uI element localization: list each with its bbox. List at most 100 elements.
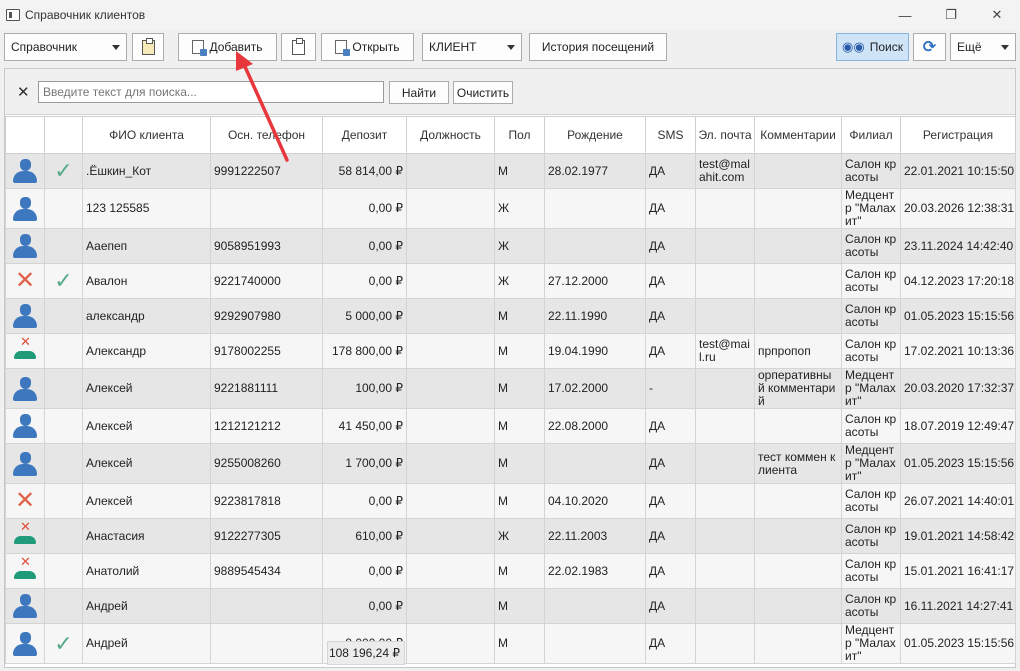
minimize-button[interactable]: — [882,0,928,30]
client-name-cell[interactable]: Алексей [82,408,211,444]
position-cell[interactable] [406,518,495,554]
registration-date-cell[interactable]: 18.07.2019 12:49:47 [900,408,1016,444]
close-search-icon[interactable]: ✕ [17,83,30,101]
status-cell[interactable] [5,188,45,229]
mark-cell[interactable] [44,368,83,409]
client-name-cell[interactable]: Андрей [82,588,211,624]
status-cell[interactable] [5,443,45,484]
registration-date-cell[interactable]: 26.07.2021 14:40:01 [900,483,1016,519]
table-row[interactable]: Алексей 1212121212 41 450,00 ₽ М 22.08.2000 Д… [5,408,1016,444]
comment-cell[interactable] [754,553,842,589]
comment-cell[interactable] [754,298,842,334]
deposit-cell[interactable]: 100,00 ₽ [322,368,407,409]
close-window-button[interactable]: ✕ [974,0,1020,30]
table-row[interactable]: Алексей 9221881111 100,00 ₽ М 17.02.2000- орп… [5,368,1016,409]
comment-cell[interactable]: орперативный комментарий [754,368,842,409]
sms-cell[interactable]: ДА [645,408,696,444]
table-row[interactable]: ✕ Анатолий 9889545434 0,00 ₽ М 22.02.1983 ДА Са… [5,553,1016,589]
branch-cell[interactable]: Салон красоты [841,298,901,334]
sms-cell[interactable]: ДА [645,333,696,369]
table-row[interactable]: ✓Андрей9 000,00 ₽МДАМедцентр "Малахит"01… [5,623,1016,664]
comment-cell[interactable]: тест коммен клиента [754,443,842,484]
position-cell[interactable] [406,368,495,409]
table-row[interactable]: Ааепеп 9058951993 0,00 ₽ Ж ДА Салон красоты 23… [5,228,1016,264]
table-row[interactable]: ✕ Александр 9178002255 178 800,00 ₽ М 19.04.1… [5,333,1016,369]
status-cell[interactable]: ✕ [5,483,45,519]
gender-cell[interactable]: М [494,153,545,189]
column-header-gender[interactable]: Пол [494,116,545,154]
mark-cell[interactable] [44,443,83,484]
gender-cell[interactable]: Ж [494,228,545,264]
branch-cell[interactable]: Медцентр "Малахит" [841,443,901,484]
main-phone-cell[interactable]: 9221881111 [210,368,323,409]
comment-cell[interactable] [754,408,842,444]
gender-cell[interactable]: М [494,333,545,369]
deposit-cell[interactable]: 0,00 ₽ [322,188,407,229]
comment-cell[interactable] [754,588,842,624]
deposit-cell[interactable]: 0,00 ₽ [322,553,407,589]
find-button[interactable]: Найти [389,81,449,104]
deposit-cell[interactable]: 0,00 ₽ [322,228,407,264]
birth-date-cell[interactable] [544,443,646,484]
sms-cell[interactable]: ДА [645,298,696,334]
sms-cell[interactable]: ДА [645,188,696,229]
client-name-cell[interactable]: Алексей [82,483,211,519]
birth-date-cell[interactable]: 19.04.1990 [544,333,646,369]
main-phone-cell[interactable]: 9122277305 [210,518,323,554]
sms-cell[interactable]: ДА [645,518,696,554]
registration-date-cell[interactable]: 17.02.2021 10:13:36 [900,333,1016,369]
visit-history-button[interactable]: История посещений [529,33,667,61]
gender-cell[interactable]: М [494,443,545,484]
registration-date-cell[interactable]: 15.01.2021 16:41:17 [900,553,1016,589]
comment-cell[interactable] [754,228,842,264]
gender-cell[interactable]: М [494,298,545,334]
registration-date-cell[interactable]: 20.03.2020 17:32:37 [900,368,1016,409]
status-cell[interactable] [5,623,45,664]
mark-cell[interactable] [44,408,83,444]
sms-cell[interactable]: ДА [645,443,696,484]
birth-date-cell[interactable]: 04.10.2020 [544,483,646,519]
column-header-position[interactable]: Должность [406,116,495,154]
gender-cell[interactable]: М [494,553,545,589]
comment-cell[interactable]: прпропоп [754,333,842,369]
branch-cell[interactable]: Медцентр "Малахит" [841,188,901,229]
email-cell[interactable]: test@mail.ru [695,333,755,369]
sms-cell[interactable]: ДА [645,228,696,264]
deposit-cell[interactable]: 1 700,00 ₽ [322,443,407,484]
refresh-button[interactable]: ⟳ [913,33,946,61]
sms-cell[interactable]: ДА [645,153,696,189]
main-phone-cell[interactable]: 9889545434 [210,553,323,589]
registration-date-cell[interactable]: 16.11.2021 14:27:41 [900,588,1016,624]
deposit-cell[interactable]: 178 800,00 ₽ [322,333,407,369]
deposit-cell[interactable]: 0,00 ₽ [322,263,407,299]
position-cell[interactable] [406,153,495,189]
sms-cell[interactable]: ДА [645,588,696,624]
mark-cell[interactable] [44,188,83,229]
email-cell[interactable] [695,263,755,299]
clear-button[interactable]: Очистить [453,81,513,104]
email-cell[interactable] [695,408,755,444]
main-phone-cell[interactable]: 9058951993 [210,228,323,264]
branch-cell[interactable]: Салон красоты [841,228,901,264]
position-cell[interactable] [406,228,495,264]
client-type-dropdown[interactable]: КЛИЕНТ [422,33,522,61]
client-name-cell[interactable]: Алексей [82,443,211,484]
deposit-cell[interactable]: 0,00 ₽ [322,483,407,519]
status-cell[interactable] [5,368,45,409]
position-cell[interactable] [406,588,495,624]
status-cell[interactable] [5,408,45,444]
deposit-cell[interactable]: 5 000,00 ₽ [322,298,407,334]
gender-cell[interactable]: М [494,368,545,409]
paste-button[interactable] [281,33,316,61]
comment-cell[interactable] [754,518,842,554]
branch-cell[interactable]: Салон красоты [841,553,901,589]
comment-cell[interactable] [754,188,842,229]
table-row[interactable]: александр 9292907980 5 000,00 ₽ М 22.11.1990… [5,298,1016,334]
registration-date-cell[interactable]: 22.01.2021 10:15:50 [900,153,1016,189]
column-header-branch[interactable]: Филиал [841,116,901,154]
sms-cell[interactable]: - [645,368,696,409]
main-phone-cell[interactable]: 9255008260 [210,443,323,484]
column-header-status[interactable] [5,116,45,154]
column-header-name[interactable]: ФИО клиента [82,116,211,154]
table-row[interactable]: 123 125585 0,00 ₽ Ж ДА Медцентр "Малахит" 20.… [5,188,1016,229]
